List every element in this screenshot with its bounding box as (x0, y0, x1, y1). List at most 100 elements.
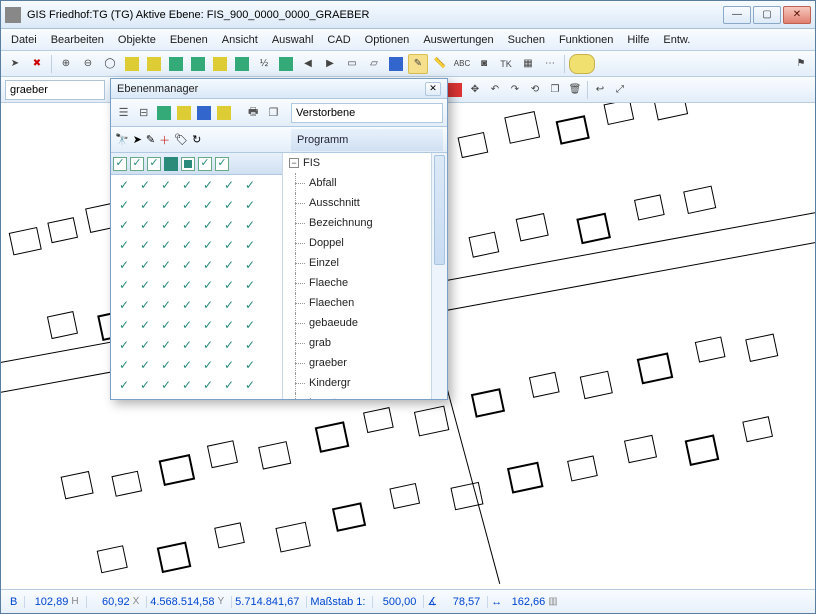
tick-icon[interactable]: ✓ (241, 378, 259, 392)
col-outline-checkbox[interactable] (181, 157, 195, 171)
tick-icon[interactable]: ✓ (220, 178, 238, 192)
copy-icon[interactable]: ❐ (545, 80, 565, 100)
zoom-extent-icon[interactable]: ◯ (100, 54, 120, 74)
tree-item[interactable]: Flaechen (283, 293, 447, 313)
rotate-icon[interactable]: ⟲ (525, 80, 545, 100)
tick-icon[interactable]: ✓ (115, 398, 133, 399)
col-label-checkbox[interactable] (198, 157, 212, 171)
tick-icon[interactable]: ✓ (157, 398, 175, 399)
pencil-icon[interactable]: ✎ (146, 133, 155, 146)
layer-icon-3[interactable] (166, 54, 186, 74)
tick-icon[interactable]: ✓ (157, 238, 175, 252)
tick-icon[interactable]: ✓ (178, 238, 196, 252)
tick-icon[interactable]: ✓ (136, 338, 154, 352)
tick-icon[interactable]: ✓ (115, 378, 133, 392)
scroll-thumb[interactable] (434, 155, 445, 265)
tick-icon[interactable]: ✓ (157, 318, 175, 332)
tick-icon[interactable]: ✓ (199, 178, 217, 192)
tick-icon[interactable]: ✓ (199, 238, 217, 252)
tick-icon[interactable]: ✓ (178, 258, 196, 272)
dialog-filter-input[interactable] (291, 103, 443, 123)
tick-icon[interactable]: ✓ (157, 298, 175, 312)
tick-icon[interactable]: ✓ (178, 318, 196, 332)
tree-item[interactable]: Ausschnitt (283, 193, 447, 213)
menu-ebenen[interactable]: Ebenen (164, 32, 214, 48)
menu-funktionen[interactable]: Funktionen (553, 32, 619, 48)
menu-bearbeiten[interactable]: Bearbeiten (45, 32, 110, 48)
tick-icon[interactable]: ✓ (241, 258, 259, 272)
col-snap-checkbox[interactable] (215, 157, 229, 171)
fit-icon[interactable]: ⤢ (610, 80, 630, 100)
tick-icon[interactable]: ✓ (220, 198, 238, 212)
tick-icon[interactable]: ✓ (220, 238, 238, 252)
tick-icon[interactable]: ✓ (115, 278, 133, 292)
camera-icon[interactable]: ◙ (474, 54, 494, 74)
tree-body[interactable]: − FIS AbfallAusschnittBezeichnungDoppelE… (283, 153, 447, 399)
ruler-icon[interactable]: 📏 (430, 54, 450, 74)
tick-icon[interactable]: ✓ (136, 178, 154, 192)
undo-icon[interactable]: ↩ (590, 80, 610, 100)
tick-icon[interactable]: ✓ (178, 278, 196, 292)
tick-icon[interactable]: ✓ (178, 178, 196, 192)
col-fill-checkbox[interactable] (164, 157, 178, 171)
select-box-icon[interactable]: ▦ (518, 54, 538, 74)
tick-icon[interactable]: ✓ (199, 258, 217, 272)
tree-item[interactable]: Flaeche (283, 273, 447, 293)
arrow-right-icon[interactable]: ▶ (320, 54, 340, 74)
layer-manager-dialog[interactable]: Ebenenmanager ✕ ☰ ⊟ 🖶 ❐ 🔭 ➤ ✎ ＋ 🏷 ↻ Prog… (110, 78, 448, 400)
tree-item[interactable]: Abfall (283, 173, 447, 193)
tick-icon[interactable]: ✓ (178, 198, 196, 212)
menu-auswahl[interactable]: Auswahl (266, 32, 320, 48)
tick-icon[interactable]: ✓ (241, 178, 259, 192)
select-rect-icon[interactable]: ▭ (342, 54, 362, 74)
tick-icon[interactable]: ✓ (115, 318, 133, 332)
layer-green-icon[interactable] (155, 104, 172, 122)
tick-icon[interactable]: ✓ (136, 318, 154, 332)
maximize-button[interactable]: ▢ (753, 6, 781, 24)
tick-icon[interactable]: ✓ (157, 358, 175, 372)
plus-icon[interactable]: ＋ (159, 132, 170, 148)
layer-blue-icon[interactable] (196, 104, 213, 122)
tree-item[interactable]: grab (283, 333, 447, 353)
tick-icon[interactable]: ✓ (199, 198, 217, 212)
col-select-checkbox[interactable] (130, 157, 144, 171)
layer-icon-7[interactable] (276, 54, 296, 74)
menu-optionen[interactable]: Optionen (359, 32, 416, 48)
abc-icon[interactable]: ABC (452, 54, 472, 74)
tree-item[interactable]: gebaeude (283, 313, 447, 333)
layer-icon-6[interactable] (232, 54, 252, 74)
pointer-tool-icon[interactable]: ➤ (5, 54, 25, 74)
move-icon[interactable]: ✥ (465, 80, 485, 100)
delete-icon[interactable]: ✖ (27, 54, 47, 74)
tick-icon[interactable]: ✓ (241, 198, 259, 212)
tree-root-fis[interactable]: − FIS (283, 153, 447, 173)
layer-icon[interactable] (122, 54, 142, 74)
tick-icon[interactable]: ✓ (157, 258, 175, 272)
tick-icon[interactable]: ✓ (178, 378, 196, 392)
select-icon[interactable] (386, 54, 406, 74)
tick-icon[interactable]: ✓ (199, 338, 217, 352)
tick-icon[interactable]: ✓ (199, 278, 217, 292)
tick-icon[interactable]: ✓ (136, 358, 154, 372)
menu-cad[interactable]: CAD (321, 32, 356, 48)
trash-icon[interactable]: 🗑 (565, 80, 585, 100)
zoom-out-icon[interactable]: ⊖ (78, 54, 98, 74)
tick-icon[interactable]: ✓ (241, 358, 259, 372)
tick-icon[interactable]: ✓ (199, 298, 217, 312)
binoculars-icon[interactable]: 🔭 (115, 133, 129, 146)
tree-item[interactable]: Doppel (283, 233, 447, 253)
tick-icon[interactable]: ✓ (157, 378, 175, 392)
select-poly-icon[interactable]: ▱ (364, 54, 384, 74)
dots-icon[interactable]: ⋯ (540, 54, 560, 74)
layer-icon-4[interactable] (188, 54, 208, 74)
tick-icon[interactable]: ✓ (220, 398, 238, 399)
menu-auswertungen[interactable]: Auswertungen (417, 32, 499, 48)
pointer-icon[interactable]: ➤ (133, 133, 142, 146)
tick-icon[interactable]: ✓ (178, 298, 196, 312)
collapse-icon[interactable]: − (289, 158, 299, 168)
tick-icon[interactable]: ✓ (241, 238, 259, 252)
tree-icon[interactable]: ⊟ (135, 104, 152, 122)
dialog-close-button[interactable]: ✕ (425, 82, 441, 96)
rotate-right-icon[interactable]: ↷ (505, 80, 525, 100)
close-button[interactable]: ✕ (783, 6, 811, 24)
